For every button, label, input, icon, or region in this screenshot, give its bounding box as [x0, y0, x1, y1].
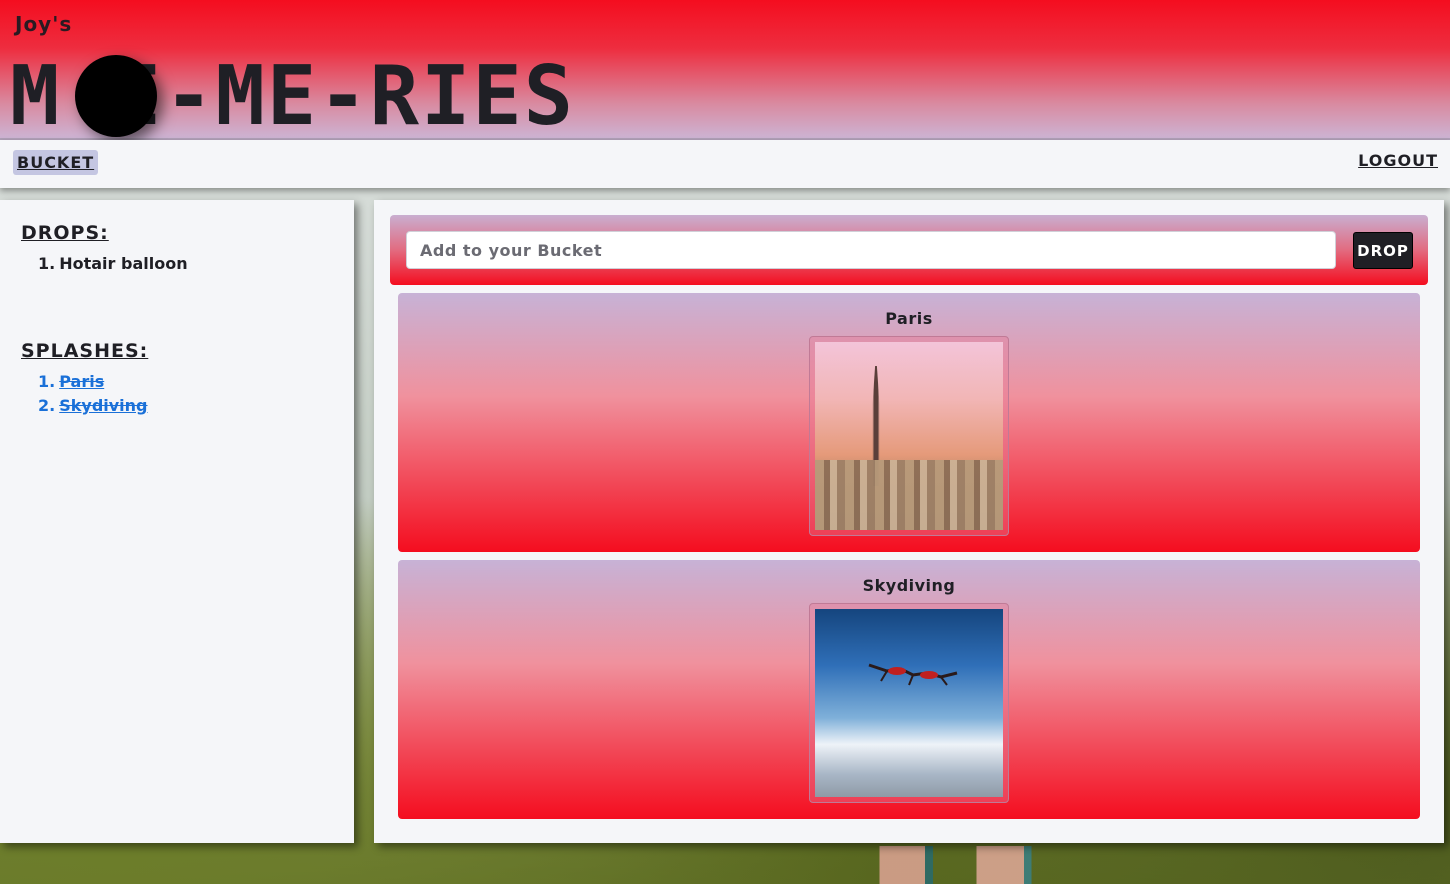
bucket-card-paris[interactable]: Paris: [398, 293, 1420, 552]
list-number: 1.: [38, 254, 56, 273]
splashes-list: 1. Paris 2. Skydiving: [38, 370, 333, 418]
splash-item: 1. Paris: [38, 370, 333, 394]
city-skyline-shape: [815, 460, 1003, 530]
logout-link[interactable]: LOGOUT: [1358, 151, 1438, 170]
background-figure: [872, 846, 1062, 884]
drop-item: 1. Hotair balloon: [38, 252, 333, 276]
splash-item: 2. Skydiving: [38, 394, 333, 418]
bucket-input[interactable]: [406, 231, 1336, 269]
card-image-frame[interactable]: [809, 336, 1009, 536]
splashes-heading: SPLASHES:: [21, 340, 149, 362]
card-title: Skydiving: [862, 576, 956, 595]
drop-item-label: Hotair balloon: [59, 254, 188, 273]
drops-section: DROPS: 1. Hotair balloon: [21, 222, 333, 276]
app-header: Joy's M I-ME-RIES: [0, 0, 1450, 142]
splash-link-skydiving[interactable]: Skydiving: [59, 396, 147, 415]
brand-owner: Joy's: [15, 12, 73, 36]
skydivers-icon: [868, 663, 958, 686]
card-title: Paris: [885, 309, 933, 328]
paris-photo: [815, 342, 1003, 530]
add-to-bucket-form: DROP: [390, 215, 1428, 285]
drops-list: 1. Hotair balloon: [38, 252, 333, 276]
drop-button[interactable]: DROP: [1353, 232, 1413, 269]
splash-link-paris[interactable]: Paris: [59, 372, 104, 391]
sidebar: DROPS: 1. Hotair balloon SPLASHES: 1. Pari…: [0, 200, 354, 843]
card-image-frame[interactable]: [809, 603, 1009, 803]
main-panel: DROP Paris Skydiving: [374, 200, 1444, 843]
brand-circle-logo: [75, 55, 157, 137]
nav-bar: BUCKET LOGOUT: [0, 140, 1450, 188]
drops-heading: DROPS:: [21, 222, 109, 244]
nav-bucket-link[interactable]: BUCKET: [13, 150, 99, 175]
splashes-section: SPLASHES: 1. Paris 2. Skydiving: [21, 340, 333, 418]
list-number: 2.: [38, 396, 56, 415]
skydiving-photo: [815, 609, 1003, 797]
bucket-card-skydiving[interactable]: Skydiving: [398, 560, 1420, 819]
list-number: 1.: [38, 372, 56, 391]
